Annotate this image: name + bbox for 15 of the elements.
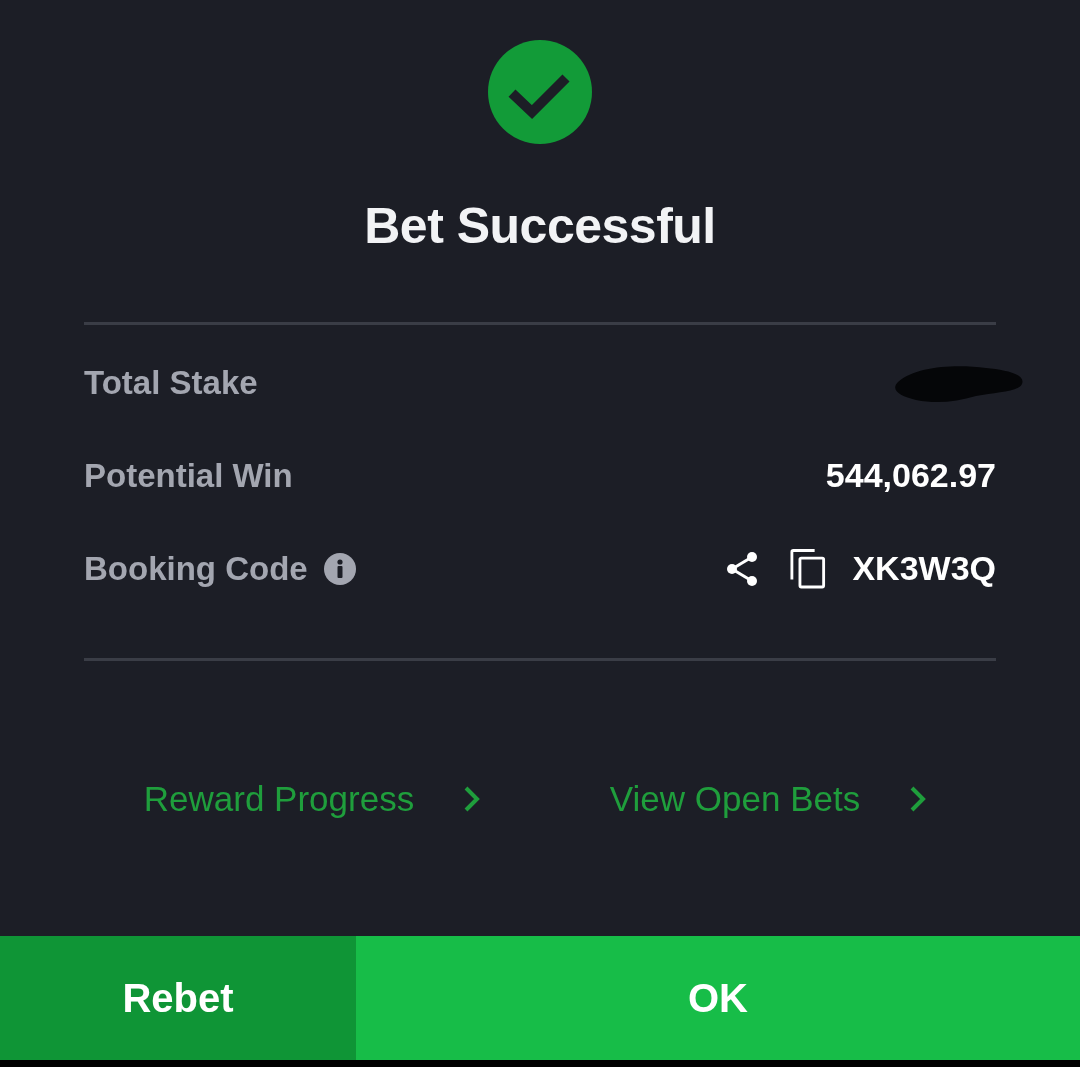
detail-value: 544,062.97 [825,456,996,495]
chevron-right-icon[interactable] [464,786,481,812]
ok-button[interactable]: OK [356,936,1080,1060]
status-title: Bet Successful [363,197,717,256]
detail-label: Total Stake [84,363,258,402]
detail-label: Booking Code [84,549,308,588]
chevron-right-icon[interactable] [910,786,927,812]
booking-code: XK3W3Q [852,549,996,588]
copy-icon[interactable] [790,548,827,589]
detail-label: Potential Win [84,456,293,495]
rebet-button[interactable]: Rebet [0,936,356,1060]
success-check-icon [488,40,592,144]
nav-link[interactable]: View Open Bets [609,779,861,819]
info-icon[interactable] [323,552,356,585]
nav-link[interactable]: Reward Progress [143,779,415,819]
